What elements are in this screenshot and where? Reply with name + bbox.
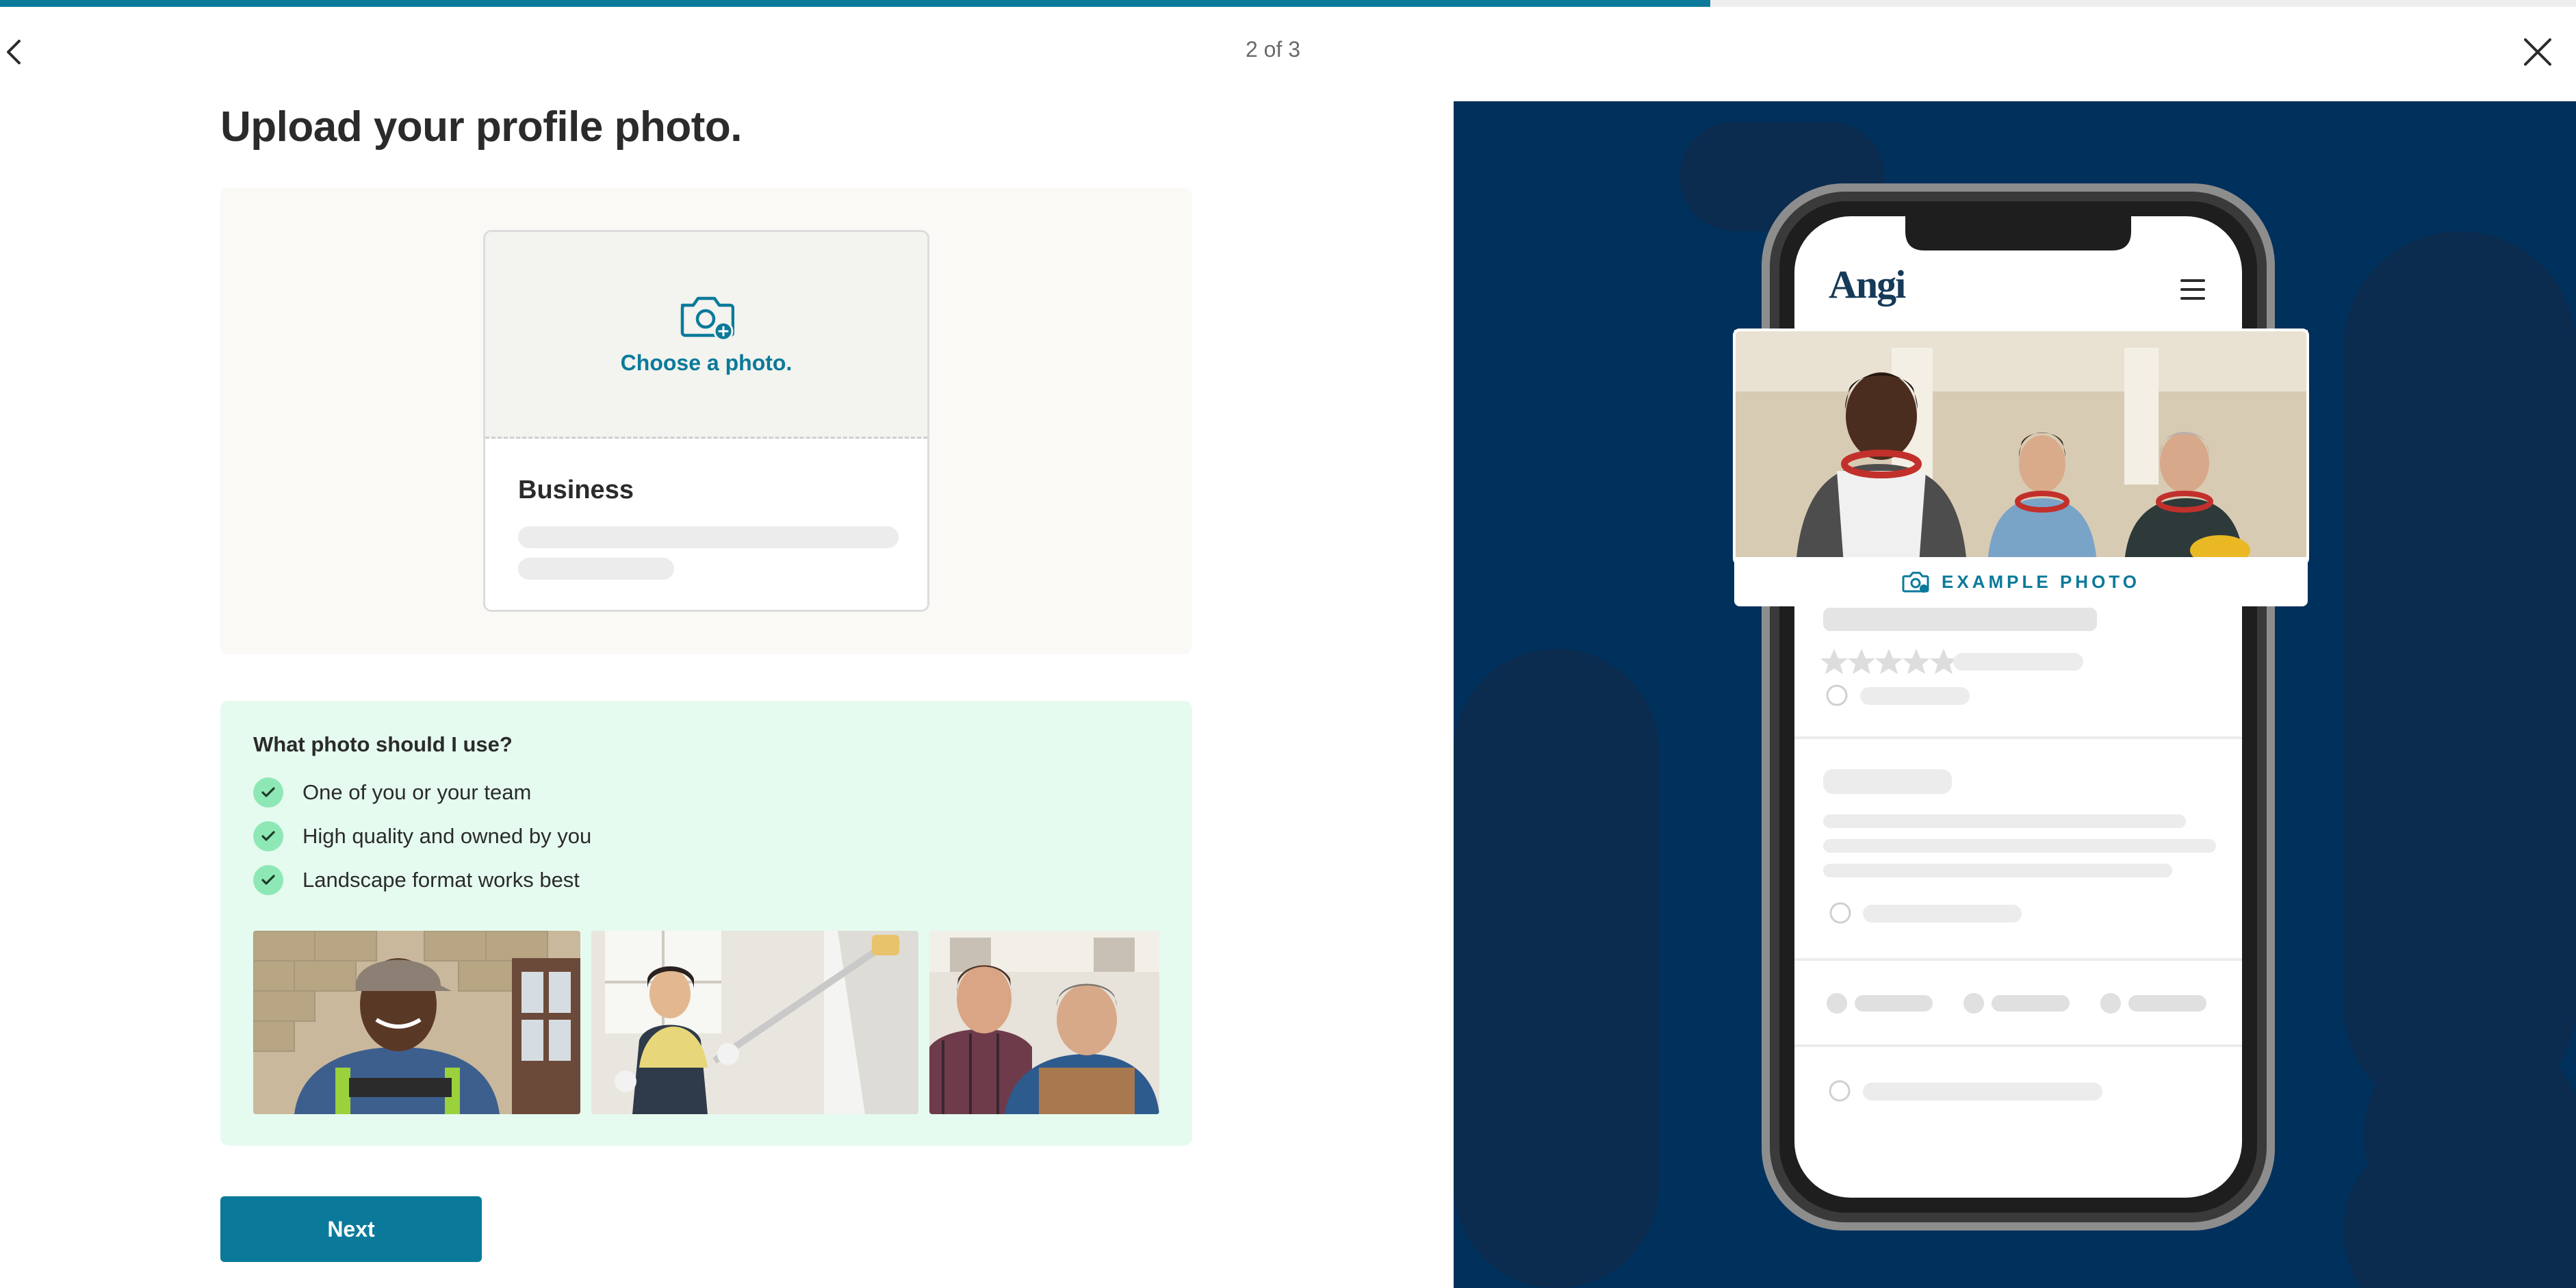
check-icon [253,821,283,851]
tip-item: Landscape format works best [253,865,580,895]
back-button[interactable] [0,31,27,73]
step-indicator: 2 of 3 [1245,37,1301,62]
tip-item: High quality and owned by you [253,821,591,851]
upload-panel: Choose a photo. Business [220,188,1192,654]
close-icon [2524,38,2551,66]
check-icon [253,865,283,895]
photo-dropzone[interactable]: Choose a photo. [485,232,927,439]
tip-text: High quality and owned by you [302,824,592,848]
choose-photo-link[interactable]: Choose a photo. [621,350,793,376]
business-name-label: Business [518,476,634,504]
camera-add-icon [680,296,734,341]
example-photos [253,931,1159,1114]
close-button[interactable] [2519,31,2557,73]
tip-text: Landscape format works best [302,868,580,892]
tip-item: One of you or your team [253,777,531,808]
tip-text: One of you or your team [302,780,532,804]
page-title: Upload your profile photo. [220,103,742,151]
example-photo-painter [591,931,918,1114]
profile-preview-illustration: Angi [1454,101,2576,1288]
tips-title: What photo should I use? [253,732,513,756]
placeholder-line [518,558,674,580]
business-card-preview: Choose a photo. Business [483,230,929,612]
check-icon [253,777,283,808]
placeholder-line [518,526,899,548]
example-photo-worker [253,931,580,1114]
example-photo-strip: EXAMPLE PHOTO [1734,557,2308,606]
angi-logo: Angi [1829,262,1906,307]
camera-icon [1902,571,1929,593]
example-photo-team [929,931,1159,1114]
example-photo-label: EXAMPLE PHOTO [1942,571,2140,592]
progress-bar-fill [0,0,1711,7]
progress-bar [0,0,2576,7]
chevron-left-icon [7,40,21,64]
next-button[interactable]: Next [220,1196,482,1262]
photo-tips-panel: What photo should I use? One of you or y… [220,701,1192,1146]
